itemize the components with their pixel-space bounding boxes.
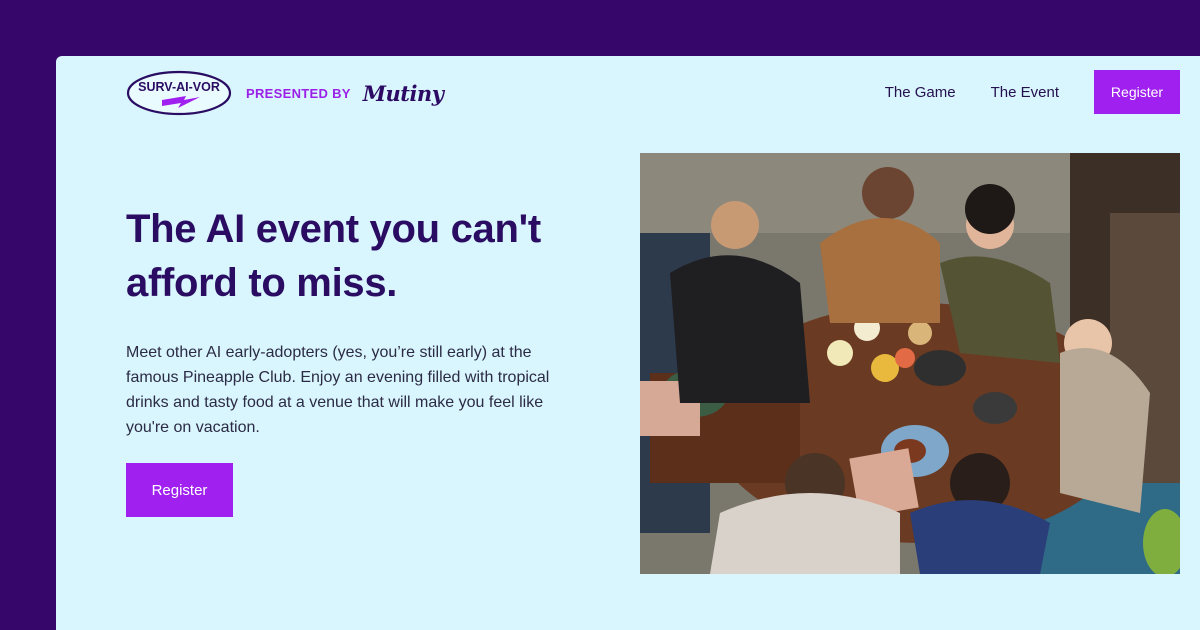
hero-title: The AI event you can't afford to miss. xyxy=(126,207,541,305)
hero-description: Meet other AI early-adopters (yes, you’r… xyxy=(126,344,550,436)
top-nav: The Game The Event Register xyxy=(885,70,1180,114)
nav-the-game[interactable]: The Game xyxy=(885,84,956,101)
hero-register-button[interactable]: Register xyxy=(126,463,233,517)
survaivor-logo[interactable]: SURV-AI-VOR xyxy=(126,70,232,116)
hero-card: SURV-AI-VOR PRESENTED BY Mutiny The Game… xyxy=(56,56,1200,630)
event-photo xyxy=(640,153,1180,574)
brand-header: SURV-AI-VOR PRESENTED BY Mutiny xyxy=(126,70,444,116)
nav-the-event[interactable]: The Event xyxy=(991,84,1059,101)
presented-by-label: PRESENTED BY xyxy=(246,85,351,101)
nav-register-button[interactable]: Register xyxy=(1094,70,1180,114)
logo-text: SURV-AI-VOR xyxy=(138,80,220,94)
mutiny-logo[interactable]: Mutiny xyxy=(363,81,444,106)
